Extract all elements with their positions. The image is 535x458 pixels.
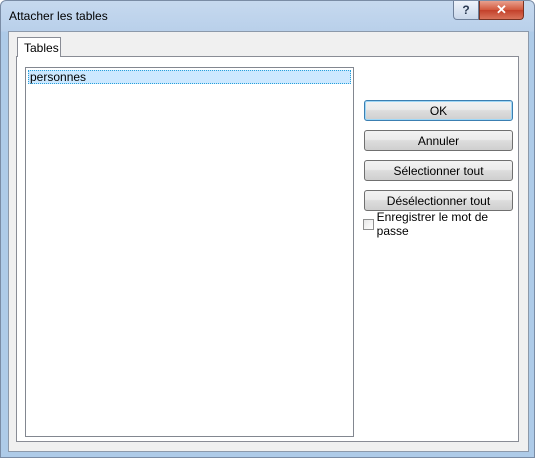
tab-tables[interactable]: Tables bbox=[17, 37, 61, 57]
tab-panel-tables: personnes OK Annuler Sélectionner tout D… bbox=[16, 56, 519, 442]
save-password-option[interactable]: Enregistrer le mot de passe bbox=[363, 210, 518, 238]
dialog-client-area: Tables personnes OK Annuler Sélectionner… bbox=[8, 31, 529, 452]
ok-button[interactable]: OK bbox=[364, 100, 513, 121]
deselect-all-button[interactable]: Désélectionner tout bbox=[364, 190, 513, 211]
select-all-button[interactable]: Sélectionner tout bbox=[364, 160, 513, 181]
help-icon: ? bbox=[462, 3, 470, 17]
dialog-window: Attacher les tables ? ✕ Tables personnes… bbox=[0, 0, 535, 458]
save-password-label: Enregistrer le mot de passe bbox=[376, 210, 489, 238]
tab-tables-label: Tables bbox=[24, 41, 59, 55]
title-bar[interactable]: Attacher les tables ? ✕ bbox=[1, 1, 534, 31]
save-password-checkbox[interactable] bbox=[363, 218, 374, 230]
close-icon: ✕ bbox=[496, 2, 507, 17]
tables-list[interactable]: personnes bbox=[25, 67, 354, 437]
help-button[interactable]: ? bbox=[453, 1, 479, 20]
list-item[interactable]: personnes bbox=[28, 70, 351, 84]
cancel-button[interactable]: Annuler bbox=[364, 130, 513, 151]
close-button[interactable]: ✕ bbox=[479, 1, 524, 20]
window-title: Attacher les tables bbox=[9, 9, 108, 23]
